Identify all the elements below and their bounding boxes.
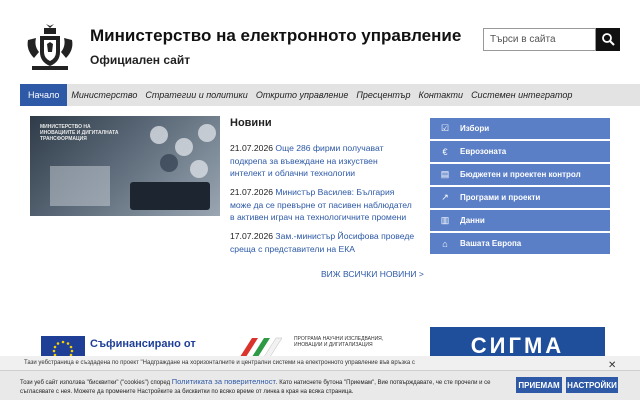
side-link-programs[interactable]: ↗ Програми и проекти [430,187,610,208]
news-date: 17.07.2026 [230,231,274,241]
news-item[interactable]: 17.07.2026 Зам.-министър Йосифова провед… [230,230,415,255]
search-button[interactable] [596,28,620,51]
decor-hexagon [198,124,216,142]
cookie-text-start: Този уеб сайт използва "бисквитки" ("coo… [20,380,172,386]
program-logo-text: ПРОГРАМА НАУЧНИ ИЗСЛЕДВАНИЯ, ИНОВАЦИИ И … [294,336,384,348]
book-icon: ▥ [440,215,450,225]
nav-item-contacts[interactable]: Контакти [415,84,468,106]
institution-icon: ⌂ [442,238,448,249]
nav-item-home[interactable]: Начало [20,84,68,106]
side-link-budget-control[interactable]: ▤ Бюджетен и проектен контрол [430,164,610,185]
cookie-banner: Този уеб сайт използва "бисквитки" ("coo… [0,370,640,400]
news-section-title: Новини [230,117,272,129]
side-link-label: Избори [460,124,490,133]
side-link-your-europe[interactable]: ⌂ Вашата Европа [430,233,610,254]
cookie-settings-button[interactable]: НАСТРОЙКИ [566,377,618,393]
decor-hexagon [160,154,178,172]
privacy-policy-link[interactable]: Политиката за поверителност [172,377,276,386]
laptop-keyboard [130,182,210,210]
site-title[interactable]: Министерство на електронното управление [90,26,461,46]
side-link-label: Бюджетен и проектен контрол [460,170,581,179]
all-news-link[interactable]: ВИЖ ВСИЧКИ НОВИНИ > [321,269,424,279]
side-link-label: Програми и проекти [460,193,541,202]
side-link-eurozone[interactable]: € Еврозоната [430,141,610,162]
site-subtitle: Официален сайт [90,53,191,67]
side-link-data[interactable]: ▥ Данни [430,210,610,231]
news-hero-image[interactable]: МИНИСТЕРСТВО НА ИНОВАЦИИТЕ И ДИГИТАЛНАТА… [30,116,220,216]
decor-hexagon [175,138,193,156]
coat-of-arms-icon[interactable] [22,22,78,72]
search-input[interactable] [483,28,596,51]
news-date: 21.07.2026 [230,187,274,197]
project-notice: Тази уебстраница е създадена по проект "… [0,356,640,370]
side-link-label: Данни [460,216,485,225]
nav-item-open-government[interactable]: Открито управление [252,84,353,106]
accept-cookies-button[interactable]: ПРИЕМАМ [516,377,562,393]
eu-cofunded-text: Съфинансирано от [90,338,196,350]
news-item[interactable]: 21.07.2026 Още 286 фирми получават подкр… [230,142,415,180]
nav-item-system-integrator[interactable]: Системен интегратор [467,84,576,106]
chart-icon: ↗ [441,192,449,202]
main-nav: Начало Министерство Стратегии и политики… [20,84,640,106]
decor-hexagon [190,160,208,178]
search-icon [601,33,615,46]
nav-item-ministry[interactable]: Министерство [67,84,141,106]
side-link-elections[interactable]: ☑ Избори [430,118,610,139]
checkbox-icon: ☑ [440,123,450,133]
decor-panel [50,166,110,206]
nav-item-press-center[interactable]: Пресцентър [352,84,414,106]
side-link-label: Еврозоната [460,147,507,156]
side-link-label: Вашата Европа [460,239,522,248]
news-date: 21.07.2026 [230,143,274,153]
folder-icon: ▤ [440,169,450,179]
hero-caption: МИНИСТЕРСТВО НА ИНОВАЦИИТЕ И ДИГИТАЛНАТА… [40,124,119,142]
decor-hexagon [150,126,168,144]
nav-item-strategies[interactable]: Стратегии и политики [141,84,251,106]
cookie-text: Този уеб сайт използва "бисквитки" ("coo… [20,377,508,397]
news-item[interactable]: 21.07.2026 Министър Василев: България мо… [230,186,415,224]
site-header: Министерство на електронното управление … [0,0,640,82]
euro-icon: € [442,146,448,157]
